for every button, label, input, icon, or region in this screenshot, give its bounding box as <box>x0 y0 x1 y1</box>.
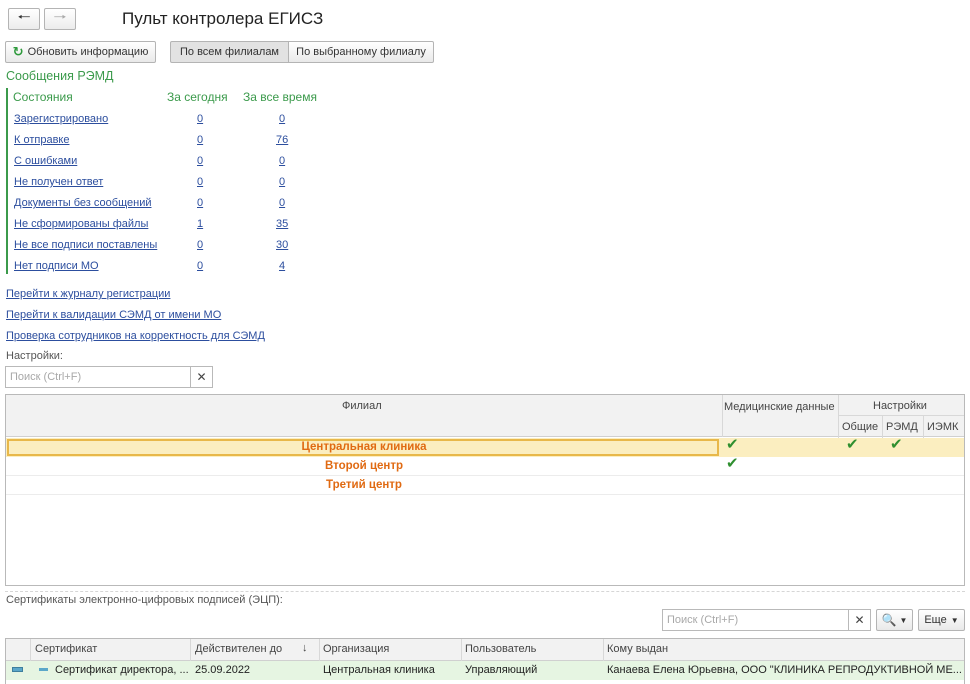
refresh-button[interactable]: ↻ Обновить информацию <box>5 41 156 63</box>
remd-row-label[interactable]: Не получен ответ <box>14 176 103 188</box>
remd-row-today[interactable]: 0 <box>197 197 203 209</box>
employees-check-link[interactable]: Проверка сотрудников на корректность для… <box>6 330 265 342</box>
remd-header-all: За все время <box>243 90 317 104</box>
arrow-right-icon: 🠒 <box>53 8 67 26</box>
divider <box>5 591 965 592</box>
remd-row-all[interactable]: 76 <box>276 134 288 146</box>
certificates-search-input[interactable]: Поиск (Ctrl+F) ✕ <box>662 609 871 631</box>
filter-all-button[interactable]: По всем филиалам <box>170 41 289 63</box>
filter-selected-button[interactable]: По выбранному филиалу <box>288 41 434 63</box>
remd-row-today[interactable]: 0 <box>197 176 203 188</box>
remd-row-all[interactable]: 0 <box>279 176 285 188</box>
settings-label: Настройки: <box>6 350 63 362</box>
remd-row-all[interactable]: 0 <box>279 113 285 125</box>
certificate-icon <box>39 668 48 671</box>
cert-issued-to: Канаева Елена Юрьевна, ООО "КЛИНИКА РЕПР… <box>607 664 962 676</box>
back-button[interactable]: 🠐 <box>8 8 40 30</box>
chevron-down-icon: ▼ <box>950 615 959 625</box>
check-icon: ✔ <box>726 436 739 453</box>
remd-section-title: Сообщения РЭМД <box>6 69 114 83</box>
remd-row-today[interactable]: 0 <box>197 260 203 272</box>
remd-section-bar <box>6 88 8 274</box>
col-issued-to[interactable]: Кому выдан <box>607 643 668 655</box>
more-button[interactable]: Еще ▼ <box>918 609 965 631</box>
col-user[interactable]: Пользователь <box>465 643 536 655</box>
remd-header-state: Состояния <box>13 90 73 104</box>
search-icon: 🔍 <box>881 613 897 627</box>
col-settings: Настройки <box>873 400 927 412</box>
sort-desc-icon: ↓ <box>302 642 308 654</box>
remd-row-today[interactable]: 1 <box>197 218 203 230</box>
journal-link[interactable]: Перейти к журналу регистрации <box>6 288 170 300</box>
clear-icon[interactable]: ✕ <box>190 367 212 387</box>
remd-row-all[interactable]: 0 <box>279 197 285 209</box>
col-certificate[interactable]: Сертификат <box>35 643 97 655</box>
remd-row-today[interactable]: 0 <box>197 134 203 146</box>
remd-row-label[interactable]: С ошибками <box>14 155 77 167</box>
check-icon: ✔ <box>890 436 903 453</box>
remd-row-today[interactable]: 0 <box>197 113 203 125</box>
remd-row-label[interactable]: К отправке <box>14 134 69 146</box>
col-branch[interactable]: Филиал <box>342 400 382 412</box>
col-general[interactable]: Общие <box>842 421 878 433</box>
remd-header-today: За сегодня <box>167 90 228 104</box>
arrow-left-icon: 🠐 <box>17 8 31 26</box>
cert-organization: Центральная клиника <box>323 664 435 676</box>
remd-row-label[interactable]: Не сформированы файлы <box>14 218 148 230</box>
search-button[interactable]: 🔍 ▼ <box>876 609 913 631</box>
cert-user: Управляющий <box>465 664 538 676</box>
remd-row-label[interactable]: Зарегистрировано <box>14 113 108 125</box>
remd-row-all[interactable]: 30 <box>276 239 288 251</box>
validation-link[interactable]: Перейти к валидации СЭМД от имени МО <box>6 309 221 321</box>
remd-row-today[interactable]: 0 <box>197 239 203 251</box>
branch-name: Центральная клиника <box>301 441 427 453</box>
page-title: Пульт контролера ЕГИСЗ <box>122 9 324 28</box>
row-status-icon <box>12 667 23 672</box>
clear-icon[interactable]: ✕ <box>848 610 870 630</box>
certificates-table: Сертификат Действителен до ↓ Организация… <box>5 638 965 684</box>
col-organization[interactable]: Организация <box>323 643 389 655</box>
cert-valid-until: 25.09.2022 <box>195 664 251 676</box>
check-icon: ✔ <box>726 455 739 472</box>
forward-button[interactable]: 🠒 <box>44 8 76 30</box>
branch-name: Второй центр <box>324 460 404 472</box>
remd-row-label[interactable]: Нет подписи МО <box>14 260 99 272</box>
cert-name: Сертификат директора, ... <box>55 664 189 676</box>
remd-row-label[interactable]: Документы без сообщений <box>14 197 151 209</box>
col-medical[interactable]: Медицинские данные <box>724 401 835 413</box>
remd-row-all[interactable]: 0 <box>279 155 285 167</box>
chevron-down-icon: ▼ <box>899 615 908 625</box>
check-icon: ✔ <box>846 436 859 453</box>
col-valid-until[interactable]: Действителен до <box>195 643 282 655</box>
remd-row-all[interactable]: 4 <box>279 260 285 272</box>
col-remd[interactable]: РЭМД <box>886 421 918 433</box>
certificates-label: Сертификаты электронно-цифровых подписей… <box>6 594 283 606</box>
settings-search-input[interactable]: Поиск (Ctrl+F) ✕ <box>5 366 213 388</box>
branch-name: Третий центр <box>326 479 402 491</box>
remd-row-all[interactable]: 35 <box>276 218 288 230</box>
col-iemk[interactable]: ИЭМК <box>927 421 958 433</box>
branch-settings-table: Филиал Медицинские данные Настройки Общи… <box>5 394 965 586</box>
refresh-icon: ↻ <box>12 44 24 59</box>
remd-row-today[interactable]: 0 <box>197 155 203 167</box>
remd-row-label[interactable]: Не все подписи поставлены <box>14 239 157 251</box>
